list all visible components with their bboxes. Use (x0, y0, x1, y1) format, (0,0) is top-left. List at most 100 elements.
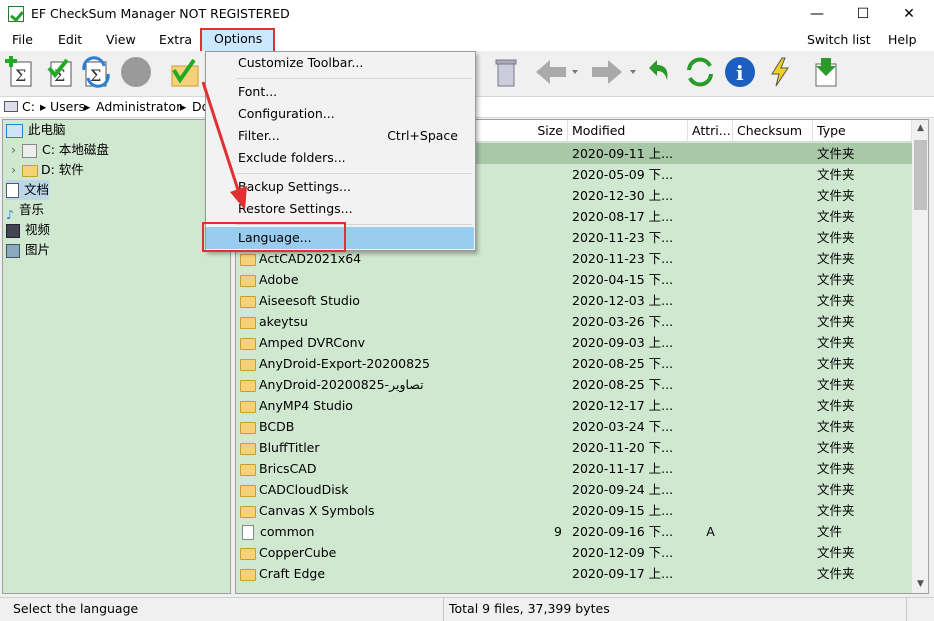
drive-icon (22, 143, 37, 158)
back-icon[interactable] (534, 56, 578, 88)
minimize-button[interactable]: — (794, 0, 840, 29)
tree-item-c-drive[interactable]: › C: 本地磁盘 (11, 140, 109, 160)
tree-item-video[interactable]: 视频 (6, 220, 50, 240)
cell-attr (688, 206, 733, 227)
cell-size (469, 248, 562, 269)
tree-item-pictures[interactable]: 图片 (6, 240, 50, 260)
cell-name-text: AnyMP4 Studio (259, 398, 353, 413)
cell-name-text: ActCAD2021x64 (259, 251, 362, 266)
verify-checksum-icon[interactable]: Σ (45, 56, 77, 88)
cell-checksum (737, 269, 813, 290)
scroll-down-icon[interactable]: ▼ (912, 576, 928, 593)
scroll-up-icon[interactable]: ▲ (912, 120, 928, 137)
refresh-icon[interactable] (684, 56, 716, 88)
cell-attr: A (706, 524, 715, 539)
table-row[interactable]: BluffTitler 2020-11-20 下... 文件夹 (236, 437, 912, 458)
menu-view[interactable]: View (100, 29, 142, 51)
cell-type: 文件夹 (817, 209, 855, 224)
table-row[interactable]: Adobe 2020-04-15 下... 文件夹 (236, 269, 912, 290)
table-row[interactable]: CADCloudDisk 2020-09-24 上... 文件夹 (236, 479, 912, 500)
info-icon[interactable]: i (724, 56, 756, 88)
cell-checksum (737, 311, 813, 332)
cell-size (469, 500, 562, 521)
table-row[interactable]: AnyMP4 Studio 2020-12-17 上... 文件夹 (236, 395, 912, 416)
cell-size (469, 143, 562, 164)
window-title: EF CheckSum Manager NOT REGISTERED (31, 6, 290, 21)
cell-checksum (737, 416, 813, 437)
undo-icon[interactable] (643, 56, 675, 88)
table-row[interactable]: BricsCAD 2020-11-17 上... 文件夹 (236, 458, 912, 479)
folder-icon (240, 442, 256, 455)
cell-checksum (737, 206, 813, 227)
table-row[interactable]: Craft Edge 2020-09-17 上... 文件夹 (236, 563, 912, 584)
cell-checksum (737, 563, 813, 584)
path-segment-users[interactable]: Users (50, 99, 85, 114)
close-button[interactable]: ✕ (886, 0, 932, 29)
expand-arrow-icon[interactable]: › (11, 142, 16, 157)
table-row[interactable]: AnyDroid-20200825-تصاویر 2020-08-25 下... 文… (236, 374, 912, 395)
cell-size (469, 353, 562, 374)
menu-extra[interactable]: Extra (153, 29, 198, 51)
tree-item-music[interactable]: ♪ 音乐 (6, 200, 44, 222)
cell-size (469, 269, 562, 290)
cell-name: AnyMP4 Studio (240, 395, 469, 416)
tree-item-documents[interactable]: 文档 (6, 180, 50, 200)
tree-item-this-pc[interactable]: 此电脑 (6, 120, 66, 140)
path-segment-c[interactable]: C: (22, 99, 35, 114)
cell-size (469, 542, 562, 563)
table-row[interactable]: Amped DVRConv 2020-09-03 上... 文件夹 (236, 332, 912, 353)
cell-modified: 2020-11-23 下... (572, 230, 674, 245)
lightning-icon[interactable] (764, 56, 796, 88)
music-icon: ♪ (6, 206, 14, 222)
cell-type: 文件夹 (817, 272, 855, 287)
computer-icon (4, 101, 18, 112)
column-header-type[interactable]: Type (813, 120, 912, 142)
menu-item-customize-toolbar[interactable]: Customize Toolbar... (209, 52, 472, 74)
column-header-checksum[interactable]: Checksum (733, 120, 813, 142)
cell-size (469, 206, 562, 227)
tree-item-d-drive[interactable]: › D: 软件 (11, 160, 84, 180)
create-checksum-icon[interactable]: Σ (3, 55, 35, 88)
cell-type: 文件夹 (817, 566, 855, 581)
cell-checksum (737, 332, 813, 353)
menu-edit[interactable]: Edit (52, 29, 88, 51)
cell-size (469, 374, 562, 395)
expand-arrow-icon[interactable]: › (11, 162, 16, 177)
cell-modified: 2020-09-11 上... (572, 146, 674, 161)
folder-icon (240, 568, 256, 581)
maximize-button[interactable]: ☐ (840, 0, 886, 29)
path-segment-administrator[interactable]: Administrator (96, 99, 181, 114)
update-checksum-icon[interactable]: Σ (80, 56, 112, 88)
folder-icon (240, 400, 256, 413)
table-row[interactable]: common 9 2020-09-16 下... A 文件 (236, 521, 912, 542)
scrollbar-thumb[interactable] (914, 140, 927, 210)
cell-name-text: common (260, 524, 315, 539)
cell-attr (688, 164, 733, 185)
folder-icon (22, 164, 38, 177)
table-row[interactable]: Aiseesoft Studio 2020-12-03 上... 文件夹 (236, 290, 912, 311)
table-row[interactable]: AnyDroid-Export-20200825 2020-08-25 下... 文… (236, 353, 912, 374)
cell-type: 文件夹 (817, 146, 855, 161)
table-row[interactable]: Canvas X Symbols 2020-09-15 上... 文件夹 (236, 500, 912, 521)
column-header-attributes[interactable]: Attri... (688, 120, 733, 142)
recycle-bin-icon[interactable] (490, 56, 522, 88)
column-header-size[interactable]: Size (469, 120, 568, 142)
stop-icon[interactable] (120, 56, 152, 88)
menu-file[interactable]: File (6, 29, 39, 51)
folder-icon (240, 463, 256, 476)
column-header-modified[interactable]: Modified (568, 120, 688, 142)
cell-name-text: AnyDroid-20200825-تصاویر (259, 377, 424, 392)
download-icon[interactable] (810, 56, 842, 88)
vertical-scrollbar[interactable]: ▲ ▼ (912, 120, 928, 593)
table-row[interactable]: CopperCube 2020-12-09 下... 文件夹 (236, 542, 912, 563)
cell-checksum (737, 185, 813, 206)
cell-size (469, 416, 562, 437)
status-divider (443, 598, 444, 621)
forward-icon[interactable] (590, 56, 636, 88)
table-row[interactable]: akeytsu 2020-03-26 下... 文件夹 (236, 311, 912, 332)
cell-name: Canvas X Symbols (240, 500, 469, 521)
menu-help[interactable]: Help (882, 29, 923, 51)
folder-icon (240, 484, 256, 497)
table-row[interactable]: BCDB 2020-03-24 下... 文件夹 (236, 416, 912, 437)
menu-switch-list[interactable]: Switch list (801, 29, 877, 51)
